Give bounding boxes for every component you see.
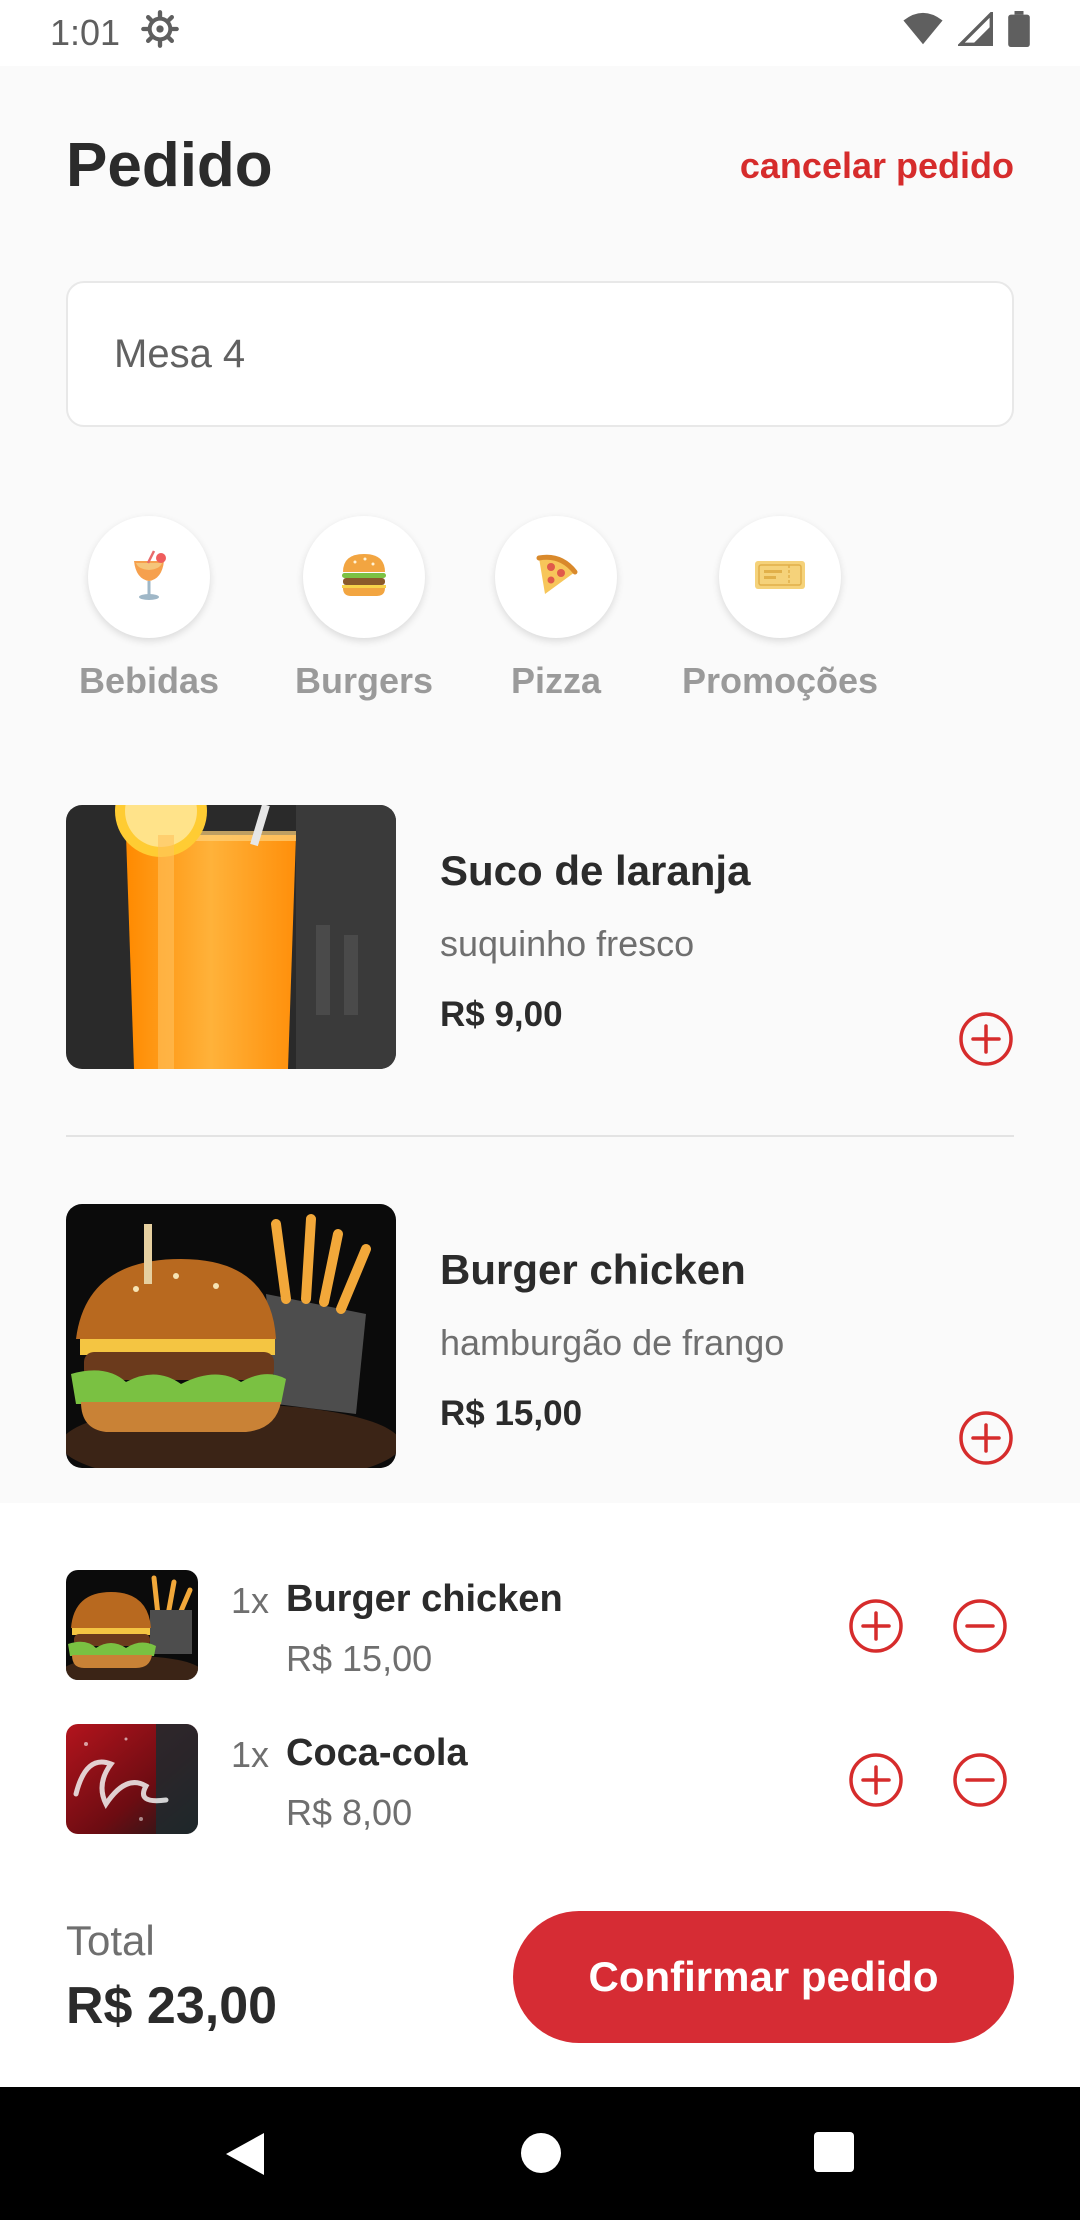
product-card[interactable]: Burger chicken hamburgão de frango R$ 15…: [66, 1204, 1014, 1468]
category-circle: [88, 516, 211, 638]
plus-circle-icon: [959, 1411, 1013, 1465]
burger-icon: [339, 552, 389, 603]
add-product-button[interactable]: [958, 1011, 1014, 1067]
cart-item-price: R$ 8,00: [286, 1792, 413, 1833]
product-name: Burger chicken: [440, 1246, 746, 1293]
wifi-icon: [902, 12, 944, 55]
cart-item: 1x Coca-cola R$ 8,00: [66, 1724, 1014, 1834]
plus-circle-icon: [849, 1599, 903, 1653]
table-input[interactable]: [66, 281, 1014, 427]
back-icon[interactable]: [222, 2131, 266, 2182]
cart-item-name: Coca-cola: [286, 1732, 468, 1774]
cart-item-qty: 1x: [231, 1580, 270, 1621]
divider: [66, 1135, 1014, 1137]
decrease-qty-button[interactable]: [952, 1752, 1008, 1808]
category-pizza[interactable]: Pizza: [495, 516, 617, 702]
home-icon[interactable]: [519, 2131, 563, 2180]
product-name: Suco de laranja: [440, 847, 751, 894]
minus-circle-icon: [953, 1599, 1007, 1653]
product-card[interactable]: Suco de laranja suquinho fresco R$ 9,00: [66, 805, 1014, 1069]
increase-qty-button[interactable]: [848, 1752, 904, 1808]
settings-icon: [140, 9, 180, 58]
total-label: Total: [66, 1917, 155, 1964]
cell-signal-icon: [956, 9, 994, 55]
category-bebidas[interactable]: Bebidas: [79, 516, 219, 702]
product-description: suquinho fresco: [440, 923, 695, 964]
category-burgers[interactable]: Burgers: [295, 516, 433, 702]
page-title: Pedido: [66, 131, 273, 200]
category-promocoes[interactable]: Promoções: [682, 516, 878, 702]
product-price: R$ 15,00: [440, 1394, 583, 1433]
recents-icon[interactable]: [813, 2131, 855, 2178]
ticket-icon: [753, 555, 807, 600]
status-time: 1:01: [50, 12, 121, 53]
pizza-slice-icon: [531, 550, 581, 605]
navigation-bar: [0, 2087, 1080, 2220]
category-list: Bebidas Burgers Pizza Promoções: [66, 516, 1014, 716]
confirm-order-button[interactable]: Confirmar pedido: [513, 1911, 1014, 2043]
minus-circle-icon: [953, 1753, 1007, 1807]
increase-qty-button[interactable]: [848, 1598, 904, 1654]
category-label: Bebidas: [79, 660, 220, 701]
category-label: Promoções: [682, 660, 879, 701]
battery-icon: [1008, 10, 1030, 56]
add-product-button[interactable]: [958, 1410, 1014, 1466]
burger-image: [66, 1204, 396, 1468]
category-label: Pizza: [510, 660, 602, 701]
cart-item-name: Burger chicken: [286, 1578, 563, 1620]
cart-burger-image: [66, 1570, 198, 1680]
category-circle: [303, 516, 426, 638]
cocktail-icon: [126, 547, 172, 608]
category-circle: [495, 516, 617, 638]
category-label: Burgers: [295, 660, 434, 701]
cancel-order-link[interactable]: cancelar pedido: [740, 145, 1014, 187]
decrease-qty-button[interactable]: [952, 1598, 1008, 1654]
cart-item: 1x Burger chicken R$ 15,00: [66, 1570, 1014, 1680]
cart-item-qty: 1x: [231, 1734, 270, 1775]
cart-coca-cola-image: [66, 1724, 198, 1834]
plus-circle-icon: [959, 1012, 1013, 1066]
plus-circle-icon: [849, 1753, 903, 1807]
product-price: R$ 9,00: [440, 995, 563, 1034]
total-value: R$ 23,00: [66, 1977, 278, 2035]
orange-juice-image: [66, 805, 396, 1069]
status-bar: 1:01: [0, 0, 1080, 66]
cart-item-price: R$ 15,00: [286, 1638, 433, 1679]
header: Pedido cancelar pedido: [66, 130, 1014, 201]
product-description: hamburgão de frango: [440, 1322, 785, 1363]
category-circle: [719, 516, 842, 638]
